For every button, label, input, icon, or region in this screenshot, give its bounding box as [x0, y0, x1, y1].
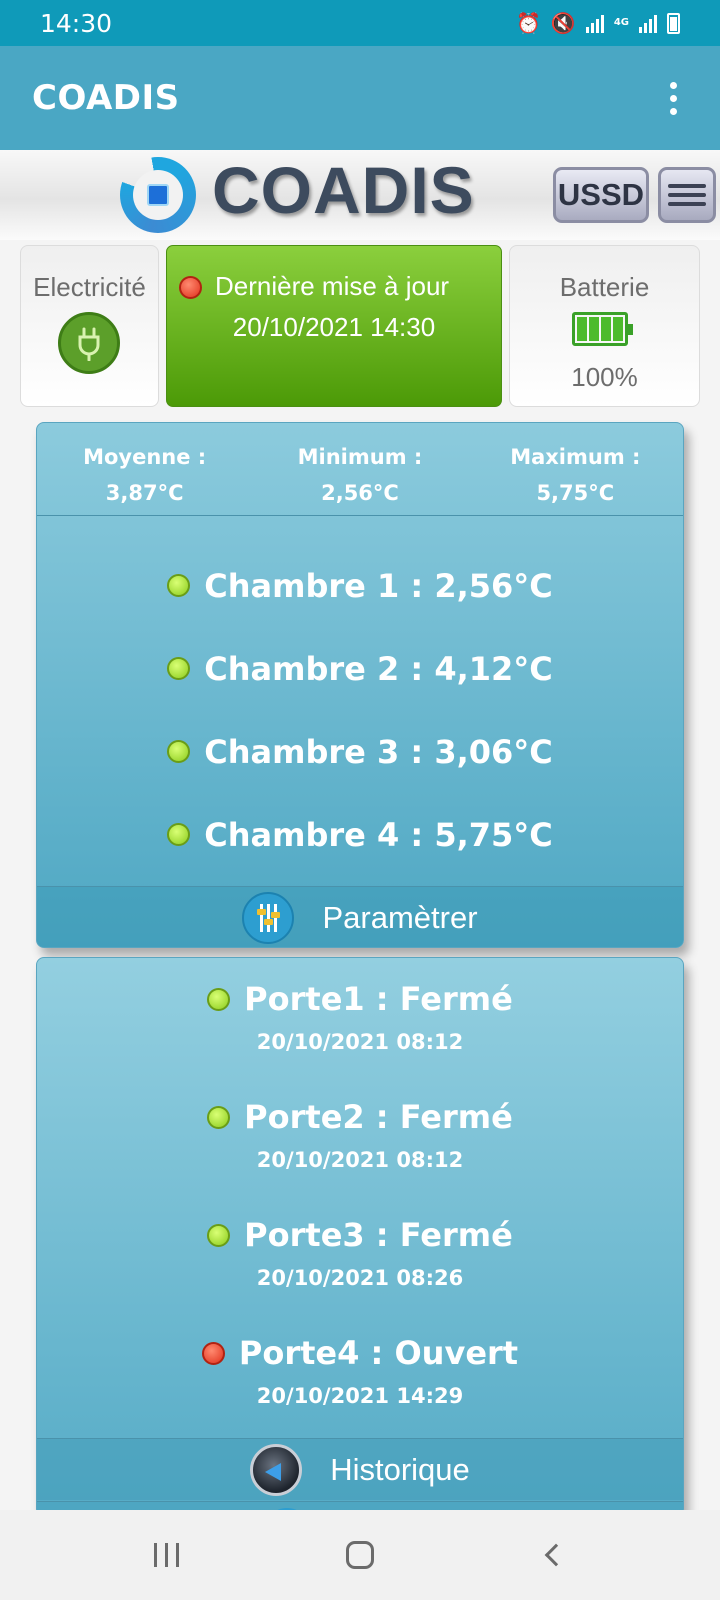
stat-minimum-value: 2,56°C — [321, 481, 399, 505]
more-vert-icon[interactable] — [658, 73, 688, 123]
settings-button[interactable]: Paramètrer — [37, 886, 683, 947]
battery-percent: 100% — [571, 362, 638, 392]
status-dot-green — [167, 657, 191, 680]
chamber-list: Chambre 1 : 2,56°C Chambre 2 : 4,12°C Ch… — [37, 516, 683, 876]
battery-label: Batterie — [559, 272, 650, 302]
door-datetime: 20/10/2021 08:26 — [256, 1266, 464, 1290]
door-item[interactable]: Porte1 : Fermé 20/10/2021 08:12 — [37, 976, 683, 1058]
system-nav-bar — [0, 1510, 720, 1600]
update-status-dot — [179, 276, 202, 299]
update-title: Dernière mise à jour — [215, 271, 450, 301]
status-dot-green — [207, 1105, 231, 1129]
history-button[interactable]: Historique — [37, 1438, 683, 1500]
chamber-label: Chambre 2 : 4,12°C — [204, 649, 553, 688]
status-dot-green — [167, 740, 191, 763]
app-title: COADIS — [32, 78, 180, 118]
status-icons: ⏰ 🔇 4G — [516, 11, 680, 35]
door-item[interactable]: Porte2 : Fermé 20/10/2021 08:12 — [37, 1094, 683, 1176]
door-datetime: 20/10/2021 14:29 — [256, 1384, 464, 1408]
update-datetime: 20/10/2021 14:30 — [232, 312, 436, 342]
coadis-logo-icon — [120, 157, 196, 233]
stat-minimum-label: Minimum : — [297, 445, 423, 469]
status-time: 14:30 — [40, 8, 113, 38]
door-datetime: 20/10/2021 08:12 — [256, 1148, 464, 1172]
network-type: 4G — [613, 17, 629, 28]
plug-icon — [58, 312, 120, 374]
stat-minimum: Minimum : 2,56°C — [260, 439, 460, 515]
chamber-label: Chambre 1 : 2,56°C — [204, 566, 553, 605]
header-band: COADIS USSD — [0, 150, 720, 240]
battery-icon — [572, 312, 633, 346]
app-bar: COADIS — [0, 46, 720, 150]
chamber-label: Chambre 4 : 5,75°C — [204, 815, 553, 854]
door-datetime: 20/10/2021 08:12 — [256, 1030, 464, 1054]
chamber-row[interactable]: Chambre 4 : 5,75°C — [37, 793, 683, 876]
status-dot-green — [167, 574, 191, 597]
last-update-tile[interactable]: Dernière mise à jour 20/10/2021 14:30 — [166, 245, 502, 407]
signal-icon — [585, 13, 604, 33]
stat-average-label: Moyenne : — [83, 445, 207, 469]
temperature-panel: Moyenne : 3,87°C Minimum : 2,56°C Maximu… — [36, 422, 684, 948]
settings-label: Paramètrer — [322, 899, 478, 935]
door-label: Porte1 : Fermé — [244, 980, 513, 1018]
ussd-button[interactable]: USSD — [553, 167, 649, 223]
recents-icon[interactable] — [137, 1525, 197, 1585]
door-label: Porte3 : Fermé — [244, 1216, 513, 1254]
electricity-tile[interactable]: Electricité — [20, 245, 159, 407]
home-icon[interactable] — [330, 1525, 390, 1585]
sliders-icon — [242, 891, 295, 944]
door-item[interactable]: Porte4 : Ouvert 20/10/2021 14:29 — [37, 1330, 683, 1412]
stat-maximum-label: Maximum : — [510, 445, 641, 469]
chamber-row[interactable]: Chambre 3 : 3,06°C — [37, 710, 683, 793]
door-list: Porte1 : Fermé 20/10/2021 08:12 Porte2 :… — [37, 958, 683, 1412]
logo-text: COADIS — [212, 153, 475, 227]
chamber-row[interactable]: Chambre 2 : 4,12°C — [37, 627, 683, 710]
door-label: Porte4 : Ouvert — [238, 1334, 519, 1372]
status-bar: 14:30 ⏰ 🔇 4G — [0, 0, 720, 46]
signal-icon-2 — [639, 13, 657, 33]
stat-average: Moyenne : 3,87°C — [45, 439, 245, 515]
history-label: Historique — [330, 1451, 470, 1487]
status-dot-green — [167, 823, 191, 846]
doors-panel: Porte1 : Fermé 20/10/2021 08:12 Porte2 :… — [36, 957, 684, 1517]
chamber-label: Chambre 3 : 3,06°C — [204, 732, 553, 771]
status-dot-green — [207, 1223, 231, 1247]
history-icon — [250, 1443, 303, 1496]
stat-maximum-value: 5,75°C — [536, 481, 615, 505]
chamber-row[interactable]: Chambre 1 : 2,56°C — [37, 544, 683, 627]
temperature-stats: Moyenne : 3,87°C Minimum : 2,56°C Maximu… — [37, 423, 683, 516]
electricity-label: Electricité — [33, 272, 146, 302]
battery-tile[interactable]: Batterie 100% — [509, 245, 700, 407]
mute-icon: 🔇 — [550, 11, 576, 35]
stat-maximum: Maximum : 5,75°C — [475, 439, 675, 515]
hamburger-icon[interactable] — [658, 167, 716, 223]
stat-average-value: 3,87°C — [105, 481, 184, 505]
status-dot-green — [207, 987, 231, 1011]
alarm-icon: ⏰ — [516, 11, 541, 35]
door-item[interactable]: Porte3 : Fermé 20/10/2021 08:26 — [37, 1212, 683, 1294]
back-icon[interactable] — [523, 1525, 583, 1585]
door-label: Porte2 : Fermé — [244, 1098, 513, 1136]
status-dot-red — [201, 1341, 225, 1365]
status-battery-icon — [667, 12, 680, 34]
